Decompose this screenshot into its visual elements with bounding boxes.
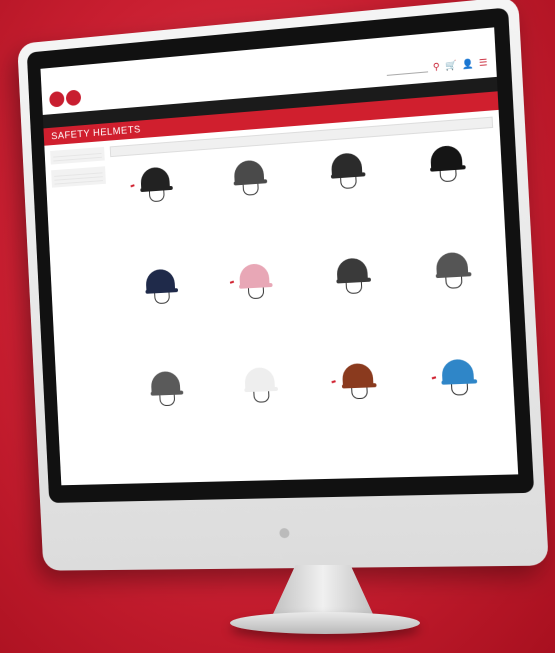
user-icon[interactable]: 👤 (462, 58, 474, 70)
content-area (44, 110, 517, 469)
monitor-base (230, 612, 420, 634)
cart-icon[interactable]: 🛒 (445, 59, 457, 71)
menu-icon[interactable]: ☰ (479, 56, 488, 68)
product-name[interactable] (221, 410, 303, 413)
helmet-strap (339, 176, 357, 190)
product-card[interactable] (209, 251, 304, 355)
monitor-bezel: ⚲ 🛒 👤 ☰ SAFETY HELMETS (26, 7, 535, 503)
product-name[interactable] (317, 407, 402, 410)
helmet-strap (439, 169, 458, 183)
search-input[interactable] (386, 62, 428, 76)
product-grid (110, 132, 510, 461)
product-card[interactable] (310, 351, 408, 456)
sale-badge (229, 280, 234, 284)
helmet-strap (350, 387, 368, 400)
helmet-strap (445, 276, 463, 289)
product-card[interactable] (299, 140, 397, 247)
product-name[interactable] (405, 188, 492, 194)
helmet-strap (242, 183, 260, 196)
browser-screen: ⚲ 🛒 👤 ☰ SAFETY HELMETS (40, 27, 519, 486)
product-card[interactable] (404, 239, 505, 347)
product-name[interactable] (306, 195, 391, 201)
product-name[interactable] (127, 413, 207, 416)
product-name[interactable] (411, 296, 498, 300)
product-name[interactable] (215, 306, 297, 310)
sale-badge (431, 376, 436, 380)
product-card[interactable] (121, 360, 214, 461)
product-name[interactable] (311, 301, 396, 305)
product-name[interactable] (416, 403, 503, 406)
product-card[interactable] (214, 356, 309, 459)
product-card[interactable] (116, 257, 208, 360)
product-card[interactable] (409, 347, 510, 453)
filter-sidebar (50, 146, 120, 463)
header-actions: ⚲ 🛒 👤 ☰ (386, 56, 488, 76)
product-card[interactable] (110, 154, 202, 258)
sidebar-block (50, 146, 105, 165)
brand-logo[interactable] (49, 89, 83, 108)
product-name[interactable] (210, 202, 292, 208)
helmet-strap (345, 282, 363, 295)
sale-badge (331, 380, 336, 384)
logo-mark (65, 89, 82, 107)
search-icon[interactable]: ⚲ (433, 61, 440, 73)
product-listing (109, 116, 511, 462)
sale-badge (130, 184, 135, 188)
product-card[interactable] (305, 246, 403, 352)
helmet-strap (451, 383, 469, 396)
product-card[interactable] (203, 147, 298, 253)
sidebar-block (51, 166, 106, 188)
product-name[interactable] (122, 311, 202, 315)
logo-mark (49, 90, 65, 108)
helmet-strap (148, 190, 165, 203)
helmet-strap (248, 287, 265, 300)
monitor: ⚲ 🛒 👤 ☰ SAFETY HELMETS (17, 0, 549, 571)
helmet-strap (253, 391, 270, 403)
product-name[interactable] (117, 208, 197, 213)
helmet-strap (159, 394, 176, 407)
monitor-logo (279, 528, 290, 539)
helmet-strap (153, 292, 170, 305)
product-card[interactable] (398, 132, 499, 241)
